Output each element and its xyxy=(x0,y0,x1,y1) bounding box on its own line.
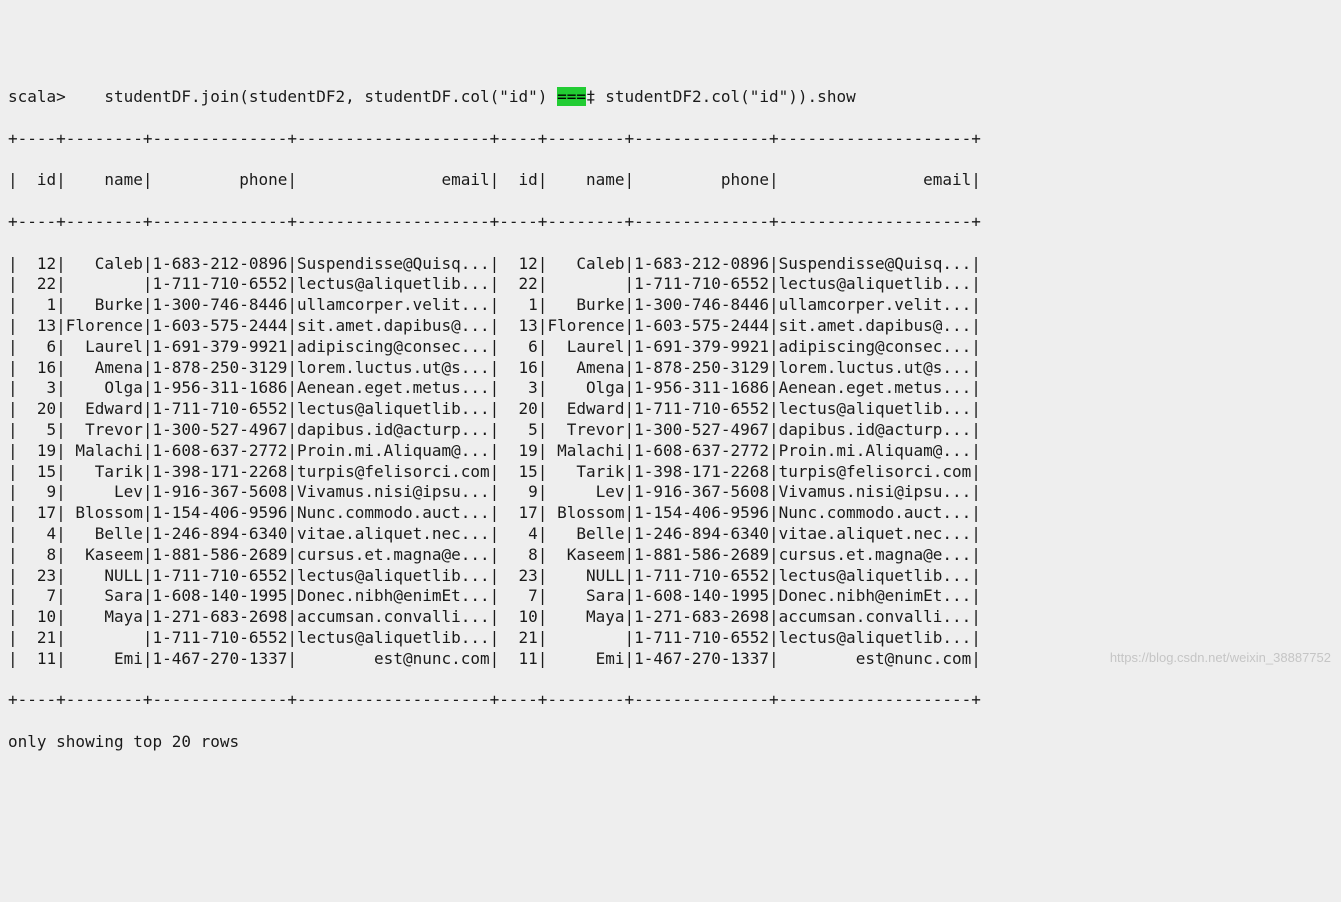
table-border-top: +----+--------+--------------+----------… xyxy=(8,129,1333,150)
repl-command-after: studentDF2.col("id")).show xyxy=(596,87,856,106)
table-border-mid: +----+--------+--------------+----------… xyxy=(8,212,1333,233)
repl-command-before: studentDF.join(studentDF2, studentDF.col… xyxy=(104,87,557,106)
text-cursor-icon: ‡ xyxy=(586,87,596,108)
result-footer: only showing top 20 rows xyxy=(8,732,1333,753)
repl-prompt-line[interactable]: scala> studentDF.join(studentDF2, studen… xyxy=(8,87,1333,108)
operator-highlight: === xyxy=(557,87,586,106)
table-border-bottom: +----+--------+--------------+----------… xyxy=(8,690,1333,711)
repl-prompt-prefix: scala> xyxy=(8,87,104,106)
table-body: | 12| Caleb|1-683-212-0896|Suspendisse@Q… xyxy=(8,254,1333,670)
table-header-row: | id| name| phone| email| id| name| phon… xyxy=(8,170,1333,191)
